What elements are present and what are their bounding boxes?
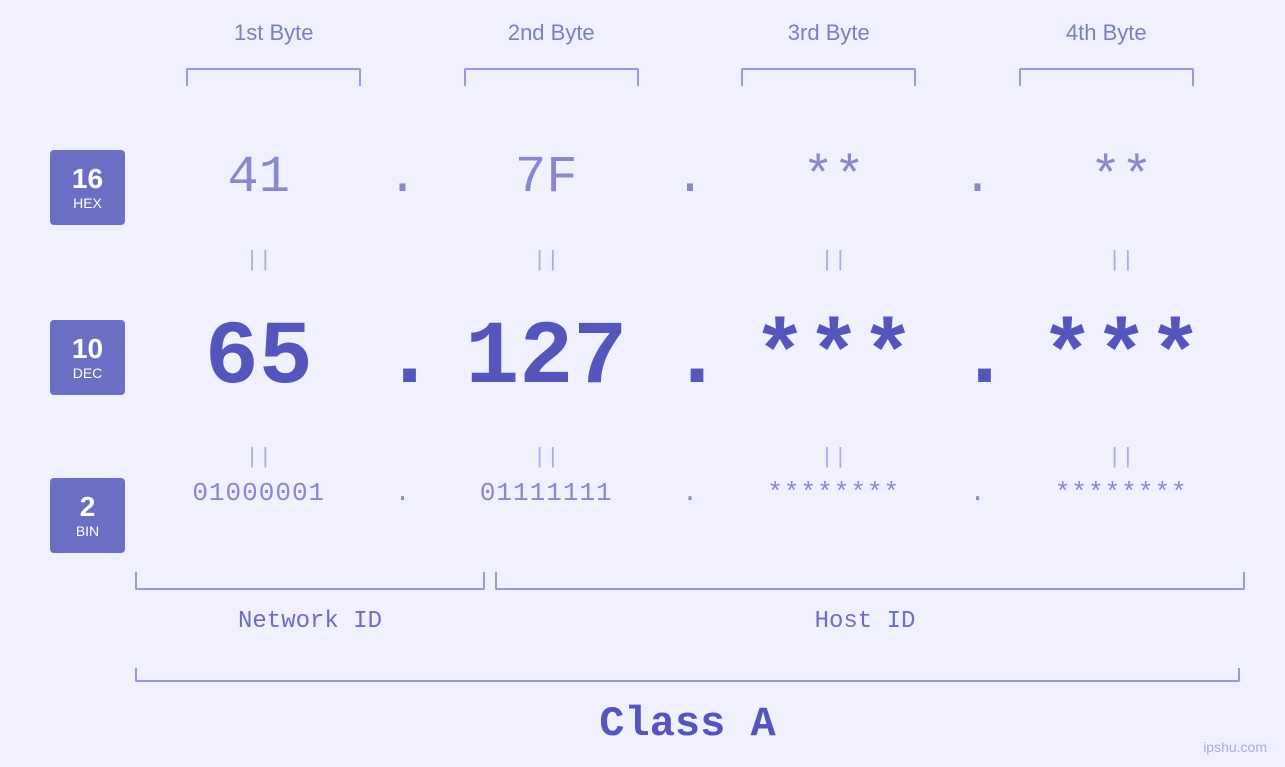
byte-header-4: 4th Byte — [968, 20, 1246, 46]
network-bracket — [135, 572, 485, 590]
hex-dot-1: . — [383, 148, 423, 207]
bin-byte-2: 01111111 — [423, 478, 671, 508]
hex-byte-1: 41 — [135, 148, 383, 207]
dec-byte-1: 65 — [135, 308, 383, 410]
bracket-cell-4 — [968, 68, 1246, 86]
hex-byte-3: ** — [710, 148, 958, 207]
id-labels: Network ID Host ID — [135, 608, 1245, 635]
equals-1-b1: || — [135, 248, 383, 273]
equals-1-b2: || — [423, 248, 671, 273]
equals-2-b1: || — [135, 445, 383, 470]
equals-row-1: || || || || — [135, 248, 1245, 273]
hex-byte-2: 7F — [423, 148, 671, 207]
hex-dot-2: . — [670, 148, 710, 207]
equals-2-b4: || — [998, 445, 1246, 470]
hex-row: 41 . 7F . ** . ** — [135, 148, 1245, 207]
bin-byte-1: 01000001 — [135, 478, 383, 508]
bin-badge-num: 2 — [80, 492, 96, 523]
bracket-top-3 — [741, 68, 916, 86]
equals-1-b3: || — [710, 248, 958, 273]
bottom-brackets — [135, 572, 1245, 590]
dec-byte-4: *** — [998, 308, 1246, 410]
bracket-top-1 — [186, 68, 361, 86]
hex-badge-label: HEX — [73, 195, 102, 211]
hex-byte-4: ** — [998, 148, 1246, 207]
bin-badge: 2 BIN — [50, 478, 125, 553]
equals-2-dot-3 — [958, 445, 998, 470]
dec-dot-2: . — [670, 314, 710, 404]
top-brackets — [135, 68, 1245, 86]
bracket-cell-1 — [135, 68, 413, 86]
bin-badge-label: BIN — [76, 523, 99, 539]
dec-dot-1: . — [383, 314, 423, 404]
bin-dot-1: . — [383, 478, 423, 508]
dec-badge-label: DEC — [73, 365, 103, 381]
dec-dot-3: . — [958, 314, 998, 404]
bracket-cell-2 — [413, 68, 691, 86]
bracket-top-4 — [1019, 68, 1194, 86]
byte-header-1: 1st Byte — [135, 20, 413, 46]
equals-dot-spacer-3 — [958, 248, 998, 273]
bin-byte-3: ******** — [710, 478, 958, 508]
hex-badge: 16 HEX — [50, 150, 125, 225]
bracket-cell-3 — [690, 68, 968, 86]
main-container: 1st Byte 2nd Byte 3rd Byte 4th Byte 16 H… — [0, 0, 1285, 767]
dec-byte-2: 127 — [423, 308, 671, 410]
bin-byte-4: ******** — [998, 478, 1246, 508]
dec-badge: 10 DEC — [50, 320, 125, 395]
byte-header-3: 3rd Byte — [690, 20, 968, 46]
equals-2-b3: || — [710, 445, 958, 470]
watermark: ipshu.com — [1203, 739, 1267, 755]
equals-row-2: || || || || — [135, 445, 1245, 470]
network-id-label: Network ID — [135, 608, 485, 635]
host-id-label: Host ID — [485, 608, 1245, 635]
bottom-bracket-group — [135, 572, 1245, 590]
dec-badge-num: 10 — [72, 334, 103, 365]
big-bottom-bracket — [135, 668, 1240, 682]
dec-row: 65 . 127 . *** . *** — [135, 308, 1245, 410]
bin-row: 01000001 . 01111111 . ******** . *******… — [135, 478, 1245, 508]
equals-2-dot-1 — [383, 445, 423, 470]
byte-headers: 1st Byte 2nd Byte 3rd Byte 4th Byte — [135, 20, 1245, 46]
bin-dot-3: . — [958, 478, 998, 508]
bin-dot-2: . — [670, 478, 710, 508]
equals-1-b4: || — [998, 248, 1246, 273]
equals-2-b2: || — [423, 445, 671, 470]
equals-2-dot-2 — [670, 445, 710, 470]
bracket-top-2 — [464, 68, 639, 86]
equals-dot-spacer-2 — [670, 248, 710, 273]
equals-dot-spacer-1 — [383, 248, 423, 273]
host-bracket — [495, 572, 1245, 590]
byte-header-2: 2nd Byte — [413, 20, 691, 46]
class-label: Class A — [135, 700, 1240, 748]
dec-byte-3: *** — [710, 308, 958, 410]
hex-badge-num: 16 — [72, 164, 103, 195]
hex-dot-3: . — [958, 148, 998, 207]
